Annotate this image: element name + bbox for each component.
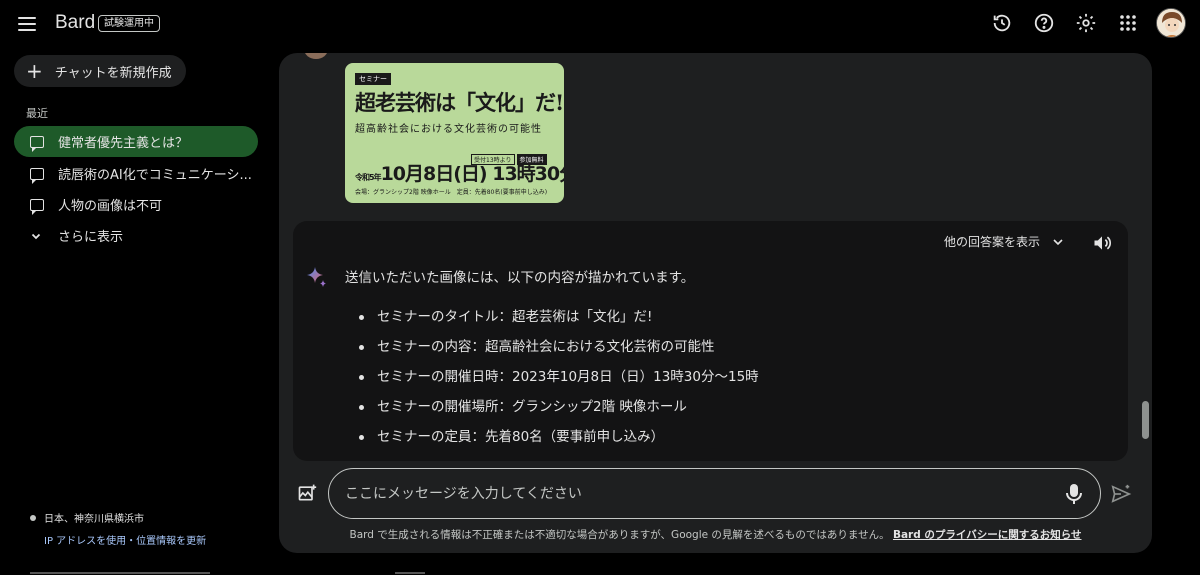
- show-more-label: さらに表示: [58, 230, 124, 245]
- new-chat-label: チャットを新規作成: [54, 65, 172, 81]
- app-brand[interactable]: Bard: [55, 12, 95, 34]
- chat-panel: セミナー 超老芸術は「文化」だ! 超高齢社会における文化芸術の可能性 受付13時…: [279, 53, 1152, 553]
- history-icon[interactable]: [988, 9, 1016, 37]
- menu-icon[interactable]: [18, 12, 44, 36]
- location-info: 日本、神奈川県横浜市: [30, 510, 144, 525]
- chat-bubble-icon: [30, 167, 44, 184]
- list-item: セミナーの定員：先着80名（要事前申し込み）: [359, 425, 759, 455]
- chevron-down-icon: [1053, 238, 1063, 245]
- user-avatar[interactable]: [1156, 8, 1186, 38]
- sidebar-chat-label: 読唇術のAI化でコミュニケーシ...: [58, 168, 252, 183]
- uploaded-image-poster[interactable]: セミナー 超老芸術は「文化」だ! 超高齢社会における文化芸術の可能性 受付13時…: [345, 63, 564, 203]
- location-dot-icon: [30, 514, 36, 521]
- sidebar-chat-item[interactable]: 健常者優先主義とは？: [14, 126, 258, 157]
- poster-subtitle: 超高齢社会における文化芸術の可能性: [355, 124, 542, 135]
- top-bar: Bard 試験運用中: [0, 0, 1200, 48]
- poster-venue: 会場：グランシップ2階 映像ホール 定員：先着80名(要事前申し込み): [355, 189, 548, 196]
- list-item: セミナーの内容：超高齢社会における文化芸術の可能性: [359, 335, 759, 365]
- bard-sparkle-icon: [305, 265, 329, 293]
- speaker-icon[interactable]: [1092, 233, 1112, 257]
- list-item: セミナーのタイトル：超老芸術は「文化」だ!: [359, 305, 759, 335]
- message-input-box[interactable]: [328, 468, 1101, 519]
- apps-grid-icon[interactable]: [1114, 9, 1142, 37]
- privacy-notice-link[interactable]: Bard のプライバシーに関するお知らせ: [893, 529, 1082, 541]
- list-item: セミナーの開催場所：グランシップ2階 映像ホール: [359, 395, 759, 425]
- settings-gear-icon[interactable]: [1072, 9, 1100, 37]
- disclaimer: Bard で生成される情報は不正確または不適切な場合がありますが、Google …: [279, 527, 1152, 542]
- bottom-divider: [395, 572, 425, 574]
- poster-tag: セミナー: [355, 73, 391, 85]
- sidebar-chat-item[interactable]: 人物の画像は不可: [14, 189, 258, 220]
- response-intro: 送信いただいた画像には、以下の内容が描かれています。: [345, 270, 695, 286]
- send-icon[interactable]: [1110, 483, 1132, 509]
- show-alternate-answers-button[interactable]: 他の回答案を表示: [944, 233, 1064, 250]
- sidebar-chat-label: 人物の画像は不可: [58, 199, 163, 214]
- alt-answers-label: 他の回答案を表示: [943, 235, 1040, 249]
- sidebar-chat-label: 健常者優先主義とは？: [58, 136, 189, 151]
- sidebar-chat-item[interactable]: 読唇術のAI化でコミュニケーシ...: [14, 158, 258, 189]
- help-icon[interactable]: [1030, 9, 1058, 37]
- chat-bubble-icon: [30, 135, 44, 152]
- new-chat-button[interactable]: + チャットを新規作成: [14, 55, 186, 87]
- bard-response-card: 他の回答案を表示 送信いただいた画像には、以下の内容が描かれています。 セミナー…: [293, 221, 1128, 461]
- disclaimer-text: Bard で生成される情報は不正確または不適切な場合がありますが、Google …: [349, 529, 890, 541]
- response-bullet-list: セミナーのタイトル：超老芸術は「文化」だ! セミナーの内容：超高齢社会における文…: [359, 305, 759, 455]
- poster-date-text: 10月8日(日) 13時30分〜15時: [380, 163, 564, 185]
- poster-title: 超老芸術は「文化」だ!: [355, 90, 564, 115]
- scrollbar-thumb[interactable]: [1142, 401, 1149, 439]
- poster-era: 令和5年: [355, 173, 382, 182]
- bottom-divider: [30, 572, 210, 574]
- list-item: セミナーの開催日時：2023年10月8日（日）13時30分〜15時: [359, 365, 759, 395]
- microphone-icon[interactable]: [1064, 482, 1084, 510]
- image-upload-icon[interactable]: [297, 483, 317, 507]
- experiment-badge: 試験運用中: [98, 15, 160, 32]
- chat-bubble-icon: [30, 198, 44, 215]
- recent-section-label: 最近: [26, 107, 48, 120]
- show-more-button[interactable]: さらに表示: [30, 226, 123, 245]
- message-input[interactable]: [345, 481, 1045, 507]
- user-message-avatar: [304, 53, 328, 59]
- chevron-down-icon: [31, 233, 41, 239]
- poster-date: 令和5年10月8日(日) 13時30分〜15時: [355, 159, 564, 186]
- location-text: 日本、神奈川県横浜市: [44, 514, 144, 525]
- plus-icon: +: [26, 59, 43, 83]
- top-icons: [988, 8, 1186, 38]
- update-location-link[interactable]: IP アドレスを使用・位置情報を更新: [44, 532, 206, 547]
- sidebar: + チャットを新規作成 最近 健常者優先主義とは？ 読唇術のAI化でコミュニケー…: [0, 48, 270, 575]
